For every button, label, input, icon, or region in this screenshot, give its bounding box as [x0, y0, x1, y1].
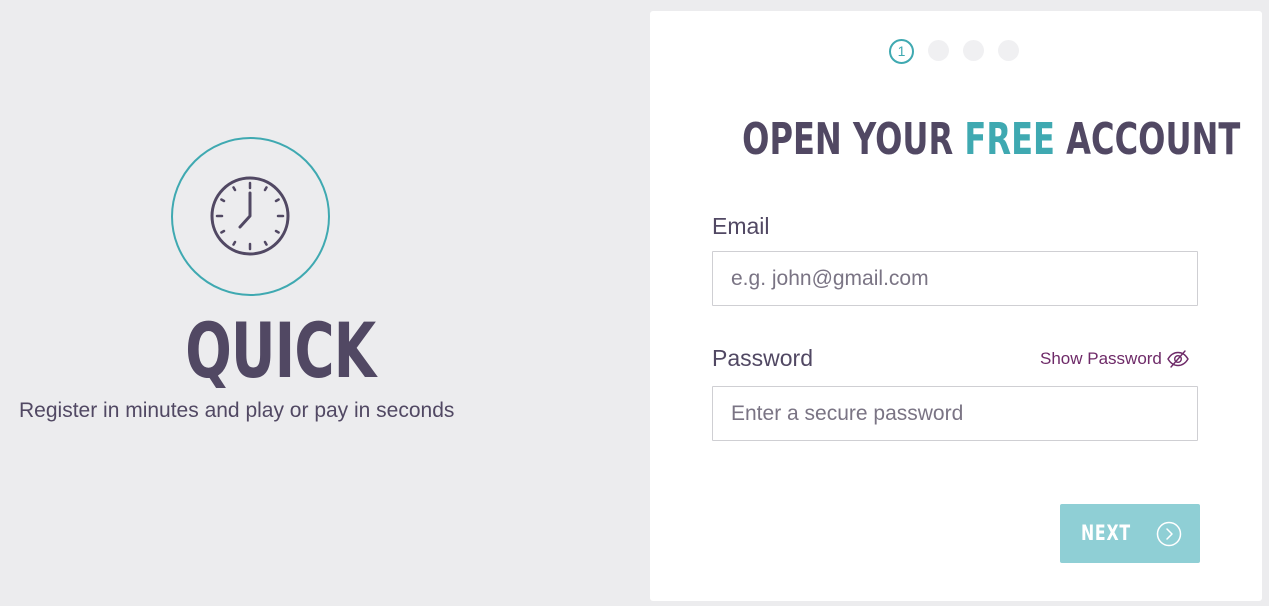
promo-panel: QUICK Register in minutes and play or pa… [0, 0, 500, 606]
step-3 [963, 40, 984, 61]
show-password-toggle[interactable]: Show Password [1040, 346, 1189, 372]
promo-title: QUICK [185, 306, 376, 395]
title-part-2: ACCOUNT [1054, 114, 1241, 165]
next-button[interactable]: NEXT [1060, 504, 1200, 563]
show-password-label: Show Password [1040, 349, 1162, 368]
title-accent: FREE [964, 114, 1055, 165]
title-part-1: OPEN YOUR [742, 114, 965, 165]
password-field[interactable] [712, 386, 1198, 441]
promo-subtitle: Register in minutes and play or pay in s… [19, 399, 455, 422]
eye-slash-icon [1167, 350, 1189, 368]
email-field[interactable] [712, 251, 1198, 306]
step-1: 1 [889, 39, 914, 64]
next-button-label: NEXT [1081, 521, 1131, 545]
password-label: Password [712, 345, 813, 371]
signup-card: 1 OPEN YOUR FREE ACCOUNT Email Password … [650, 11, 1262, 601]
clock-icon [210, 176, 290, 256]
page-title: OPEN YOUR FREE ACCOUNT [650, 112, 1262, 168]
step-2 [928, 40, 949, 61]
clock-badge [171, 137, 330, 296]
chevron-right-circle-icon [1156, 521, 1182, 547]
step-4 [998, 40, 1019, 61]
email-label: Email [712, 213, 770, 239]
